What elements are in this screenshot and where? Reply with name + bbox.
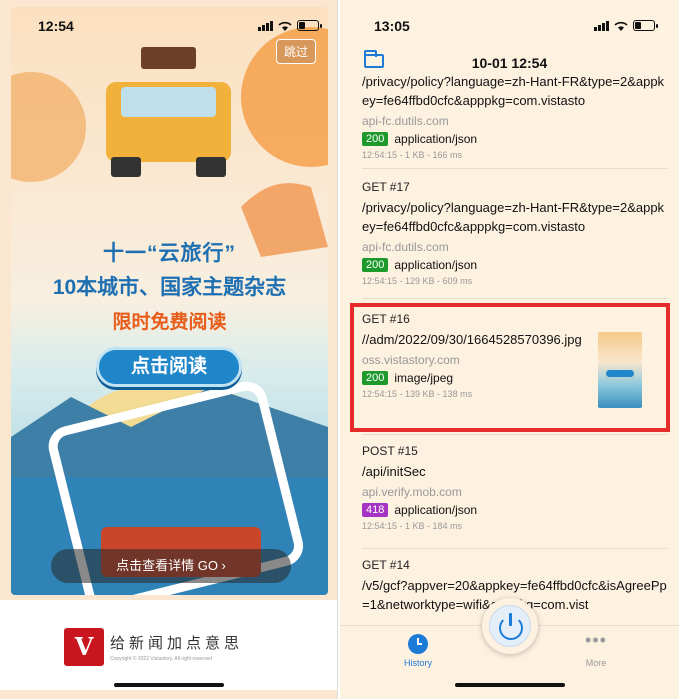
ad-headline-subtitle: 10本城市、国家主题杂志	[52, 276, 287, 299]
request-item[interactable]: GET #17 /privacy/policy?language=zh-Hant…	[362, 180, 667, 286]
status-icons	[258, 20, 322, 31]
signal-icon	[594, 20, 609, 31]
request-meta: 12:54:15 - 1 KB - 184 ms	[362, 521, 463, 531]
home-indicator[interactable]	[454, 683, 565, 687]
tab-more-label: More	[585, 658, 607, 668]
request-method: GET #14	[362, 558, 410, 572]
screenshot-root: 跳过 十一“云旅行” 10本城市、国家主题杂志 限时免费阅读 点击阅读 点击查看…	[0, 0, 679, 699]
more-dots-icon: •••	[585, 630, 607, 650]
request-method: GET #17	[362, 180, 410, 194]
home-indicator[interactable]	[113, 683, 224, 687]
request-path: /privacy/policy?language=zh-Hant-FR&type…	[362, 74, 665, 108]
battery-icon	[297, 20, 322, 31]
row-divider	[362, 298, 667, 299]
tab-history-label: History	[403, 658, 432, 668]
tab-more[interactable]: ••• More	[566, 630, 626, 668]
poster-illustration	[11, 27, 328, 595]
request-meta: 12:54:15 - 1 KB - 166 ms	[362, 150, 463, 160]
request-meta: 12:54:15 - 129 KB - 609 ms	[362, 276, 473, 286]
request-item[interactable]: POST #15 /api/initSec api.verify.mob.com…	[362, 444, 667, 531]
request-path: /privacy/policy?language=zh-Hant-FR&type…	[362, 200, 665, 234]
left-phone-splash: 跳过 十一“云旅行” 10本城市、国家主题杂志 限时免费阅读 点击阅读 点击查看…	[0, 0, 338, 699]
status-bar-right: 13:05	[340, 0, 679, 40]
status-bar: 12:54	[0, 0, 337, 40]
signal-icon	[258, 20, 273, 31]
status-code-badge: 200	[362, 258, 389, 272]
skip-button[interactable]: 跳过	[275, 39, 316, 64]
wifi-icon	[278, 21, 292, 31]
row-divider	[362, 548, 667, 549]
battery-icon	[633, 20, 658, 31]
request-status: 200 application/json	[362, 258, 667, 272]
content-type: application/json	[394, 258, 478, 272]
request-item[interactable]: /privacy/policy?language=zh-Hant-FR&type…	[362, 72, 667, 160]
status-time-right: 13:05	[374, 18, 410, 34]
status-code-badge: 200	[362, 132, 389, 146]
status-code-badge: 418	[362, 503, 389, 517]
read-now-button[interactable]: 点击阅读	[96, 347, 242, 387]
view-details-button[interactable]: 点击查看详情 GO ›	[51, 549, 291, 583]
clock-icon	[408, 634, 428, 654]
power-toggle-button[interactable]	[482, 598, 538, 654]
request-host: api.verify.mob.com	[362, 485, 462, 499]
splash-ad-poster[interactable]: 跳过 十一“云旅行” 10本城市、国家主题杂志 限时免费阅读 点击阅读 点击查看…	[11, 7, 328, 595]
request-status: 418 application/json	[362, 503, 667, 517]
request-host: api-fc.dutils.com	[362, 114, 449, 128]
brand-slogan: 给新闻加点意思	[110, 634, 244, 652]
brand-logo-icon: V	[64, 628, 104, 666]
content-type: application/json	[394, 503, 478, 517]
power-icon	[489, 605, 531, 647]
request-host: api-fc.dutils.com	[362, 240, 449, 254]
right-phone-sniffer: 13:05 10-01 12:54 /privacy/policy?langua…	[340, 0, 679, 699]
ad-headline-offer: 限时免费阅读	[112, 312, 227, 333]
image-thumbnail[interactable]	[598, 332, 642, 408]
session-title: 10-01 12:54	[471, 55, 548, 71]
request-path: /api/initSec	[362, 464, 426, 479]
status-time: 12:54	[38, 18, 74, 34]
request-method: POST #15	[362, 444, 418, 458]
tab-history[interactable]: History	[388, 634, 448, 668]
wifi-icon	[614, 21, 628, 31]
request-status: 200 application/json	[362, 132, 667, 146]
content-type: application/json	[394, 132, 478, 146]
row-divider	[362, 168, 667, 169]
ad-headline-title: 十一“云旅行”	[103, 242, 236, 265]
brand-footer: V 给新闻加点意思 Copyright © 2022 Vistastory. A…	[0, 600, 337, 690]
status-icons-right	[594, 20, 658, 31]
row-divider	[362, 434, 667, 435]
copyright-text: Copyright © 2022 Vistastory. All right r…	[110, 656, 212, 662]
